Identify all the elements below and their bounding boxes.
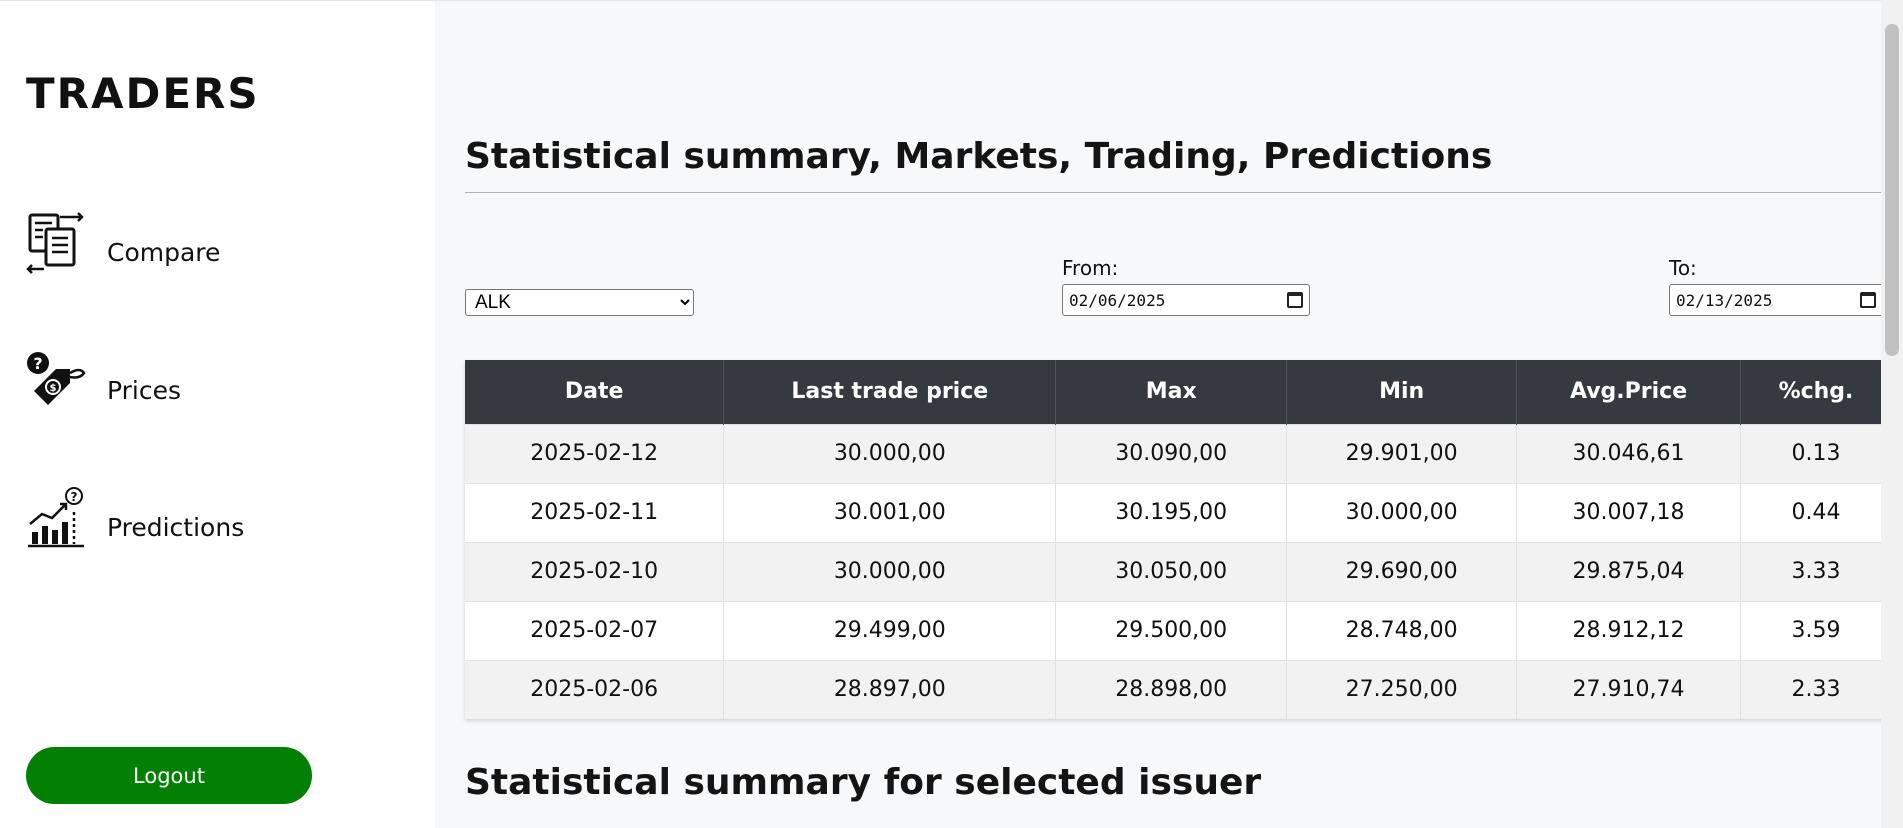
cell-last-trade-price: 30.001,00 bbox=[723, 482, 1057, 542]
to-date-value: 02/13/2025 bbox=[1676, 290, 1773, 310]
cell-last-trade-price: 30.000,00 bbox=[723, 541, 1057, 601]
header-min: Min bbox=[1286, 360, 1518, 424]
cell-min: 28.748,00 bbox=[1286, 600, 1518, 660]
calendar-icon[interactable] bbox=[1860, 292, 1876, 308]
cell-min: 27.250,00 bbox=[1286, 659, 1518, 719]
sidebar-item-label: Prices bbox=[107, 375, 182, 405]
cell-date: 2025-02-12 bbox=[465, 423, 725, 483]
predictions-chart-icon: ? bbox=[26, 486, 86, 550]
main-content: Statistical summary, Markets, Trading, P… bbox=[435, 0, 1903, 828]
from-date-group: From: 02/06/2025 bbox=[1062, 256, 1310, 316]
svg-text:$: $ bbox=[50, 383, 57, 394]
svg-text:?: ? bbox=[71, 490, 78, 504]
to-date-input[interactable]: 02/13/2025 bbox=[1669, 284, 1883, 316]
page-scrollbar[interactable] bbox=[1881, 0, 1903, 828]
page-title: Statistical summary, Markets, Trading, P… bbox=[465, 136, 1493, 177]
sidebar-item-compare[interactable]: Compare bbox=[26, 211, 220, 275]
cell-max: 30.090,00 bbox=[1055, 423, 1288, 483]
cell-max: 29.500,00 bbox=[1055, 600, 1288, 660]
header-date: Date bbox=[465, 360, 725, 424]
price-tag-icon: ? $ bbox=[26, 349, 86, 413]
cell-pct-change: 3.33 bbox=[1740, 541, 1892, 601]
cell-max: 30.195,00 bbox=[1055, 482, 1288, 542]
to-date-group: To: 02/13/2025 bbox=[1669, 256, 1883, 316]
from-date-input[interactable]: 02/06/2025 bbox=[1062, 284, 1310, 316]
cell-date: 2025-02-07 bbox=[465, 600, 725, 660]
header-max: Max bbox=[1055, 360, 1288, 424]
cell-min: 29.690,00 bbox=[1286, 541, 1518, 601]
table-row: 2025-02-06 28.897,00 28.898,00 27.250,00… bbox=[465, 659, 1892, 719]
table-row: 2025-02-07 29.499,00 29.500,00 28.748,00… bbox=[465, 600, 1892, 660]
cell-last-trade-price: 29.499,00 bbox=[723, 600, 1057, 660]
to-label: To: bbox=[1669, 256, 1697, 280]
table-row: 2025-02-12 30.000,00 30.090,00 29.901,00… bbox=[465, 423, 1892, 483]
brand-logo: TRADERS bbox=[26, 69, 260, 118]
table-row: 2025-02-10 30.000,00 30.050,00 29.690,00… bbox=[465, 541, 1892, 601]
header-avg-price: Avg.Price bbox=[1516, 360, 1741, 424]
cell-date: 2025-02-11 bbox=[465, 482, 725, 542]
calendar-icon[interactable] bbox=[1287, 292, 1303, 308]
cell-pct-change: 2.33 bbox=[1740, 659, 1892, 719]
issuer-select[interactable]: ALK bbox=[465, 289, 694, 316]
cell-min: 29.901,00 bbox=[1286, 423, 1518, 483]
logout-button[interactable]: Logout bbox=[26, 747, 312, 804]
header-pct-change: %chg. bbox=[1740, 360, 1892, 424]
scrollbar-thumb[interactable] bbox=[1885, 24, 1899, 356]
cell-avg-price: 29.875,04 bbox=[1516, 541, 1741, 601]
sidebar-item-prices[interactable]: ? $ Prices bbox=[26, 349, 181, 413]
cell-date: 2025-02-10 bbox=[465, 541, 725, 601]
cell-date: 2025-02-06 bbox=[465, 659, 725, 719]
cell-pct-change: 3.59 bbox=[1740, 600, 1892, 660]
cell-max: 28.898,00 bbox=[1055, 659, 1288, 719]
table-row: 2025-02-11 30.001,00 30.195,00 30.000,00… bbox=[465, 482, 1892, 542]
cell-last-trade-price: 28.897,00 bbox=[723, 659, 1057, 719]
title-divider bbox=[465, 192, 1903, 193]
cell-pct-change: 0.13 bbox=[1740, 423, 1892, 483]
cell-avg-price: 30.046,61 bbox=[1516, 423, 1741, 483]
compare-document-icon bbox=[26, 211, 86, 275]
cell-last-trade-price: 30.000,00 bbox=[723, 423, 1057, 483]
sidebar-item-label: Predictions bbox=[107, 512, 245, 542]
sidebar: TRADERS Compare ? $ Prices ? Predictions… bbox=[0, 0, 435, 828]
cell-pct-change: 0.44 bbox=[1740, 482, 1892, 542]
svg-text:?: ? bbox=[33, 354, 42, 373]
table-header-row: Date Last trade price Max Min Avg.Price … bbox=[465, 360, 1892, 424]
cell-min: 30.000,00 bbox=[1286, 482, 1518, 542]
prices-table: Date Last trade price Max Min Avg.Price … bbox=[465, 360, 1892, 719]
cell-avg-price: 28.912,12 bbox=[1516, 600, 1741, 660]
cell-avg-price: 27.910,74 bbox=[1516, 659, 1741, 719]
header-last-trade-price: Last trade price bbox=[723, 360, 1057, 424]
cell-avg-price: 30.007,18 bbox=[1516, 482, 1741, 542]
from-date-value: 02/06/2025 bbox=[1069, 290, 1166, 310]
cell-max: 30.050,00 bbox=[1055, 541, 1288, 601]
sidebar-item-label: Compare bbox=[107, 237, 221, 267]
from-label: From: bbox=[1062, 256, 1119, 280]
sidebar-item-predictions[interactable]: ? Predictions bbox=[26, 486, 244, 550]
section-title-issuer-summary: Statistical summary for selected issuer bbox=[465, 762, 1262, 803]
